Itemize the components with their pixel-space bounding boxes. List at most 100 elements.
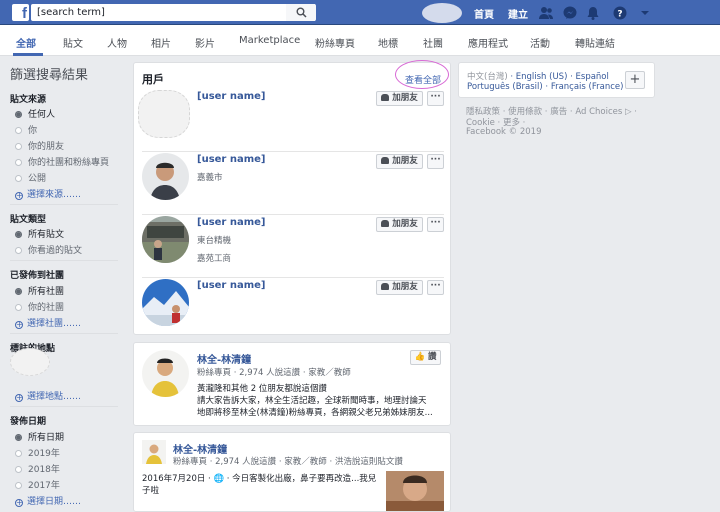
- language-link[interactable]: Français (France): [551, 82, 624, 92]
- users-card-title: 用戶: [142, 73, 164, 86]
- filter-option[interactable]: 2018年: [15, 462, 60, 475]
- active-tab-indicator: [13, 53, 43, 56]
- filter-option[interactable]: 你: [15, 123, 37, 136]
- filter-option[interactable]: 你的朋友: [15, 139, 64, 152]
- like-page-button[interactable]: 👍 讚: [410, 350, 441, 365]
- plus-icon: +: [15, 393, 23, 402]
- user-row[interactable]: [user name] 加朋友 ···: [138, 90, 444, 152]
- language-link[interactable]: Português (Brasil): [467, 82, 543, 92]
- user-row[interactable]: [user name] 加朋友 ···: [142, 279, 444, 341]
- post-date[interactable]: 2016年7月20日 ·: [142, 474, 213, 484]
- add-friend-button[interactable]: 加朋友: [376, 217, 423, 232]
- tab-photos[interactable]: 相片: [151, 35, 171, 50]
- radio-icon: [15, 231, 22, 238]
- users-results-card: 用戶 查看全部 [user name] 加朋友 ··· [user name] …: [133, 62, 451, 335]
- avatar[interactable]: [142, 216, 189, 263]
- filter-option[interactable]: 2019年: [15, 446, 60, 459]
- tab-places[interactable]: 地標: [378, 35, 398, 50]
- user-name[interactable]: [user name]: [197, 217, 265, 228]
- search-icon: [296, 7, 307, 18]
- notifications-icon[interactable]: [585, 5, 601, 21]
- language-link[interactable]: Español: [576, 72, 609, 82]
- filter-option[interactable]: 所有社團: [15, 284, 64, 297]
- filter-option[interactable]: 任何人: [15, 107, 55, 120]
- page-result-card: 林全-林清鐘 粉絲專頁 · 2,974 人說這讚 · 家教／教師 👍 讚 黃瀧隆…: [133, 342, 451, 426]
- radio-icon: [15, 482, 22, 489]
- tab-marketplace[interactable]: Marketplace: [239, 35, 300, 46]
- user-row[interactable]: [user name] 嘉義市 加朋友 ···: [142, 153, 444, 215]
- tab-apps[interactable]: 應用程式: [468, 35, 508, 50]
- tab-people[interactable]: 人物: [107, 35, 127, 50]
- tab-links[interactable]: 轉貼連結: [575, 35, 615, 50]
- user-name[interactable]: [user name]: [197, 280, 265, 291]
- add-friend-icon: [381, 157, 390, 164]
- filter-option[interactable]: 公開: [15, 171, 46, 184]
- add-friend-button[interactable]: 加朋友: [376, 154, 423, 169]
- page-description-line: 請大家告訴大家，林全生活記趣，全球新聞時事，地理討論天: [197, 396, 427, 406]
- post-photo[interactable]: [386, 471, 444, 511]
- post-text-line: 2016年7月20日 · 🌐 · 今日客製化出廠，鼻子要再改造...我兒: [142, 474, 377, 484]
- user-row[interactable]: [user name] 東台精機 嘉苑工商 加朋友 ···: [142, 216, 444, 278]
- choose-group-link[interactable]: + 選擇社團……: [15, 316, 81, 329]
- page-name[interactable]: 林全-林清鐘: [197, 351, 251, 366]
- choose-date-link[interactable]: + 選擇日期……: [15, 494, 81, 507]
- highlight-circle-annotation: [395, 60, 449, 89]
- page-avatar[interactable]: [142, 350, 189, 397]
- language-list: 中文(台灣) · English (US) · Español: [467, 72, 609, 82]
- friend-requests-icon[interactable]: [538, 5, 554, 21]
- more-options-button[interactable]: ···: [427, 91, 444, 106]
- radio-icon: [15, 450, 22, 457]
- choose-source-link[interactable]: + 選擇來源……: [15, 187, 81, 200]
- divider: [142, 277, 444, 278]
- choose-location-link[interactable]: + 選擇地點……: [15, 389, 81, 402]
- filter-option[interactable]: 所有日期: [15, 430, 64, 443]
- tab-videos[interactable]: 影片: [195, 35, 215, 50]
- avatar[interactable]: [138, 90, 190, 138]
- avatar[interactable]: [142, 279, 189, 326]
- filter-option[interactable]: 所有貼文: [15, 227, 64, 240]
- help-icon[interactable]: ?: [612, 5, 628, 21]
- tab-pages[interactable]: 粉絲專頁: [315, 35, 355, 50]
- profile-avatar[interactable]: [422, 3, 462, 23]
- more-options-button[interactable]: ···: [427, 217, 444, 232]
- search-filter-tabs: 全部 貼文 人物 相片 影片 Marketplace 粉絲專頁 地標 社團 應用…: [0, 25, 720, 56]
- search-input[interactable]: [search term]: [31, 4, 315, 21]
- home-link[interactable]: 首頁: [474, 6, 494, 21]
- more-options-button[interactable]: ···: [427, 280, 444, 295]
- divider: [142, 214, 444, 215]
- create-link[interactable]: 建立: [508, 6, 528, 21]
- search-button[interactable]: [286, 4, 316, 21]
- chevron-down-icon[interactable]: [637, 5, 653, 21]
- radio-icon: [15, 434, 22, 441]
- filter-heading-date: 發佈日期: [10, 417, 47, 427]
- more-options-button[interactable]: ···: [427, 154, 444, 169]
- facebook-logo[interactable]: f: [12, 4, 29, 21]
- add-language-button[interactable]: +: [625, 71, 645, 89]
- tab-groups[interactable]: 社團: [423, 35, 443, 50]
- language-current: 中文(台灣): [467, 72, 508, 82]
- page-description-line: 地即將移至林全(林清鐘)粉絲專頁，各網親父老兄弟姊妹朋友...: [197, 408, 433, 418]
- filter-option[interactable]: 2017年: [15, 478, 60, 491]
- post-author-avatar[interactable]: [142, 440, 166, 464]
- tab-events[interactable]: 活動: [530, 35, 550, 50]
- filter-option[interactable]: 你看過的貼文: [15, 243, 82, 256]
- user-detail: 嘉苑工商: [197, 254, 232, 264]
- tab-posts[interactable]: 貼文: [63, 35, 83, 50]
- avatar[interactable]: [142, 153, 189, 200]
- user-name[interactable]: [user name]: [197, 91, 265, 102]
- post-author-name[interactable]: 林全-林清鐘: [173, 441, 227, 456]
- search-value: [search term]: [37, 7, 105, 18]
- add-friend-button[interactable]: 加朋友: [376, 280, 423, 295]
- user-detail: 東台精機: [197, 236, 232, 246]
- user-name[interactable]: [user name]: [197, 154, 265, 165]
- filter-option[interactable]: 你的社團: [15, 300, 64, 313]
- radio-icon: [15, 143, 22, 150]
- filter-title: 篩選搜尋結果: [10, 68, 89, 83]
- tab-all[interactable]: 全部: [16, 35, 36, 50]
- messenger-icon[interactable]: [562, 5, 578, 21]
- add-friend-button[interactable]: 加朋友: [376, 91, 423, 106]
- language-link[interactable]: English (US): [516, 72, 568, 82]
- filter-option[interactable]: 你的社團和粉絲專頁: [15, 155, 109, 168]
- divider: [142, 151, 444, 152]
- top-navbar: f [search term] 首頁 建立 ?: [0, 0, 720, 25]
